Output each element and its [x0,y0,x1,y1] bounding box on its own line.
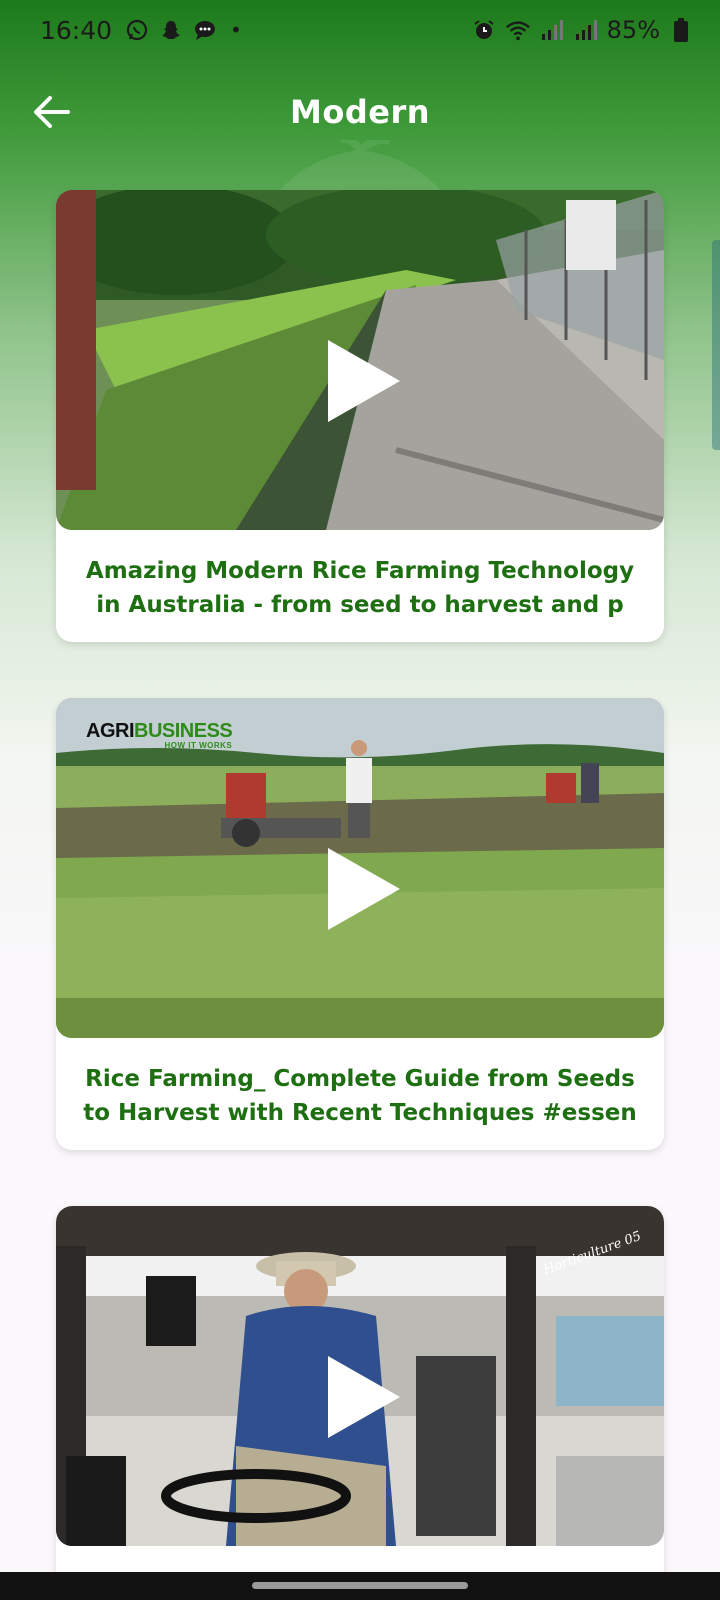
video-title[interactable]: Rice Farming_ Complete Guide from Seeds … [56,1038,664,1150]
video-thumbnail[interactable] [56,190,664,530]
play-icon[interactable] [324,1352,404,1442]
whatsapp-icon [124,17,150,43]
logo-tagline: HOW IT WORKS [164,741,233,750]
logo-part1: AGRI [86,720,135,742]
agribusiness-logo: AGRIBUSINESS HOW IT WORKS [86,720,233,750]
back-button[interactable] [28,88,76,136]
status-bar: 16:40 • 85% [0,0,720,60]
logo-part2: BUSINESS [134,720,233,742]
status-left: 16:40 • [40,16,242,45]
video-title[interactable]: Amazing Modern Rice Farming Technology i… [56,530,664,642]
signal-icon [539,17,565,43]
alarm-icon [471,17,497,43]
snapchat-icon [158,17,184,43]
video-thumbnail[interactable]: AGRIBUSINESS HOW IT WORKS [56,698,664,1038]
video-card[interactable]: AGRIBUSINESS HOW IT WORKS Rice Farming_ … [56,698,664,1150]
app-bar: Modern [0,72,720,152]
messages-icon [192,17,218,43]
video-thumbnail[interactable]: Horticulture 05 [56,1206,664,1546]
home-gesture-handle[interactable] [252,1582,468,1589]
status-time: 16:40 [40,15,113,45]
wifi-icon [505,17,531,43]
play-icon[interactable] [324,844,404,934]
notification-dot: • [230,18,242,42]
signal-icon [573,17,599,43]
video-card[interactable]: Horticulture 05 [56,1206,664,1590]
scrollbar-thumb[interactable] [712,240,720,450]
status-right: 85% [471,16,694,44]
play-icon[interactable] [324,336,404,426]
navigation-bar [0,1572,720,1600]
battery-percent: 85% [606,16,660,44]
page-title: Modern [290,93,430,131]
video-list: Amazing Modern Rice Farming Technology i… [56,190,664,1600]
arrow-left-icon [34,96,70,128]
battery-icon [668,17,694,43]
video-card[interactable]: Amazing Modern Rice Farming Technology i… [56,190,664,642]
